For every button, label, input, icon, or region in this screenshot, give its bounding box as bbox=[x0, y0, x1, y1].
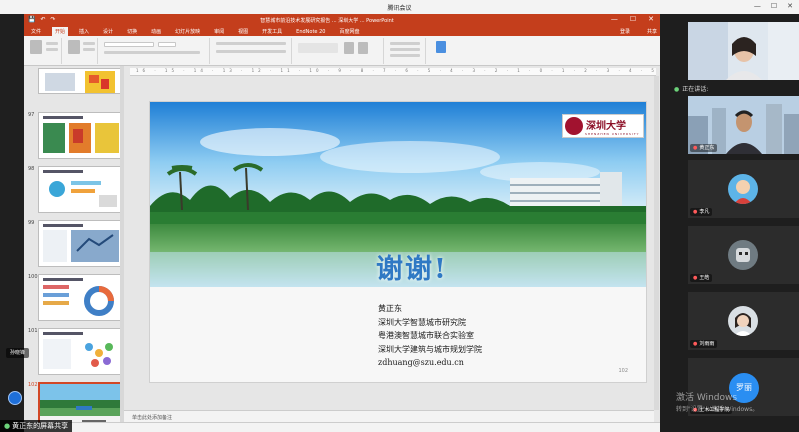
meeting-title: 腾讯会议 bbox=[387, 5, 412, 12]
participant-tile[interactable]: ● 黄正东 bbox=[688, 96, 799, 154]
participant-name: ● 刘雨雨 bbox=[690, 340, 718, 348]
meeting-title-bar: 腾讯会议 — ☐ ✕ bbox=[0, 0, 799, 14]
editing-group bbox=[386, 38, 426, 64]
participant-tile[interactable]: ● 刘雨雨 bbox=[688, 292, 799, 350]
mic-icon: ● bbox=[4, 422, 11, 430]
powerpoint-window: 💾 ↶ ↷ 智慧城市前沿技术发展研究报告 ... 深圳大学 ... PowerP… bbox=[24, 14, 660, 432]
szu-logo-english: SHENZHEN UNIVERSITY bbox=[585, 132, 640, 136]
new-slide-icon[interactable] bbox=[68, 40, 80, 54]
participant-tile[interactable] bbox=[688, 22, 799, 80]
participant-name: ● 黄正东 bbox=[690, 144, 718, 152]
ppt-title-bar: 💾 ↶ ↷ 智慧城市前沿技术发展研究报告 ... 深圳大学 ... PowerP… bbox=[24, 14, 660, 26]
presenter-email: zdhuang@szu.edu.cn bbox=[378, 358, 464, 367]
participant-avatar bbox=[728, 240, 758, 270]
slide-thumbnail[interactable]: 101 bbox=[28, 328, 122, 378]
slide-scrollbar[interactable] bbox=[654, 76, 659, 410]
minimize-icon[interactable]: — bbox=[754, 2, 761, 10]
tab-slideshow[interactable]: 幻灯片放映 bbox=[172, 27, 203, 36]
ppt-maximize-icon[interactable]: ☐ bbox=[630, 15, 636, 23]
quick-styles-icon[interactable] bbox=[358, 42, 368, 54]
ppt-window-title: 智慧城市前沿技术发展研究报告 ... 深圳大学 ... PowerPoint bbox=[260, 18, 394, 24]
font-group bbox=[100, 38, 210, 64]
presenter-info: 黄正东 深圳大学智慧城市研究院 粤港澳智慧城市联合实验室 深圳大学建筑与城市规划… bbox=[378, 302, 482, 370]
slide-thumbnail[interactable]: 97 bbox=[28, 112, 122, 162]
windows-activation-watermark: 激活 Windows 转到"设置"以激活 Windows。 bbox=[676, 393, 759, 413]
ppt-minimize-icon[interactable]: — bbox=[611, 15, 618, 23]
quick-access-toolbar: 💾 ↶ ↷ bbox=[28, 16, 56, 23]
participant-avatar bbox=[728, 306, 758, 336]
affiliation-line: 深圳大学智慧城市研究院 bbox=[378, 317, 466, 327]
participant-name: ● 李凡 bbox=[690, 208, 713, 216]
participant-avatar bbox=[728, 174, 758, 204]
tab-view[interactable]: 视图 bbox=[235, 27, 251, 36]
mic-muted-icon: ● bbox=[693, 275, 698, 281]
maximize-icon[interactable]: ☐ bbox=[771, 2, 777, 10]
participant-tile[interactable]: ● 王皓 bbox=[688, 226, 799, 284]
tab-review[interactable]: 审阅 bbox=[211, 27, 227, 36]
sign-in-link[interactable]: 登录 bbox=[617, 27, 636, 36]
notes-pane[interactable]: 单击此处添加备注 bbox=[124, 410, 654, 422]
drawing-group bbox=[294, 38, 384, 64]
tab-transitions[interactable]: 切换 bbox=[124, 27, 140, 36]
presenter-tag: 孙晓锋 bbox=[6, 348, 30, 358]
current-slide: 谢谢! 深圳大学 SHENZHEN UNIVERSITY 黄正东 深圳大学智慧城… bbox=[150, 102, 646, 382]
slides-group bbox=[64, 38, 98, 64]
screen-share-label: ● 黄正东的屏幕共享 bbox=[0, 420, 73, 432]
thumbnail-scrollbar[interactable] bbox=[120, 66, 124, 422]
ppt-close-icon[interactable]: ✕ bbox=[648, 15, 654, 23]
tab-animations[interactable]: 动画 bbox=[148, 27, 164, 36]
affiliation-line: 粤港澳智慧城市联合实验室 bbox=[378, 331, 474, 340]
tab-developer[interactable]: 开发工具 bbox=[259, 27, 285, 36]
mic-icon: ● bbox=[674, 86, 680, 93]
szu-logo: 深圳大学 SHENZHEN UNIVERSITY bbox=[562, 114, 644, 138]
close-icon[interactable]: ✕ bbox=[787, 2, 793, 10]
slide-number: 102 bbox=[618, 368, 628, 374]
desktop: 腾讯会议 — ☐ ✕ 💾 ↶ ↷ 智慧城市前沿技术发展研究报告 ... 深圳大学… bbox=[0, 0, 799, 432]
slide-thumbnail[interactable]: 100 bbox=[28, 274, 122, 324]
tab-file[interactable]: 文件 bbox=[28, 27, 44, 36]
undo-icon[interactable]: ↶ bbox=[40, 16, 45, 23]
thanks-text: 谢谢! bbox=[376, 254, 448, 285]
tab-endnote[interactable]: EndNote 20 bbox=[293, 28, 328, 36]
shapes-gallery[interactable] bbox=[298, 43, 338, 53]
ribbon-tabs: 文件 开始 插入 设计 切换 动画 幻灯片放映 审阅 视图 开发工具 EndNo… bbox=[24, 26, 660, 36]
horizontal-ruler: 16 · 15 · 14 · 13 · 12 · 11 · 10 · 9 · 8… bbox=[130, 68, 656, 76]
redo-icon[interactable]: ↷ bbox=[51, 16, 56, 23]
mic-icon: ● bbox=[693, 145, 698, 151]
presenter-name: 黄正东 bbox=[378, 304, 402, 313]
font-size-select[interactable] bbox=[158, 42, 176, 47]
arrange-icon[interactable] bbox=[344, 42, 354, 54]
ppt-window-controls: — ☐ ✕ bbox=[611, 15, 654, 23]
slide-thumbnail[interactable]: 99 bbox=[28, 220, 122, 270]
slide-thumbnail[interactable] bbox=[28, 68, 122, 118]
tab-insert[interactable]: 插入 bbox=[76, 27, 92, 36]
szu-logo-text: 深圳大学 bbox=[586, 120, 626, 132]
slide-thumbnails-panel: 97 98 99 100 101 102 bbox=[24, 66, 124, 429]
paragraph-group bbox=[212, 38, 292, 64]
szu-seal-icon bbox=[565, 117, 583, 135]
save-icon[interactable]: 💾 bbox=[28, 16, 35, 23]
tab-baidu-netdisk[interactable]: 百度网盘 bbox=[336, 27, 362, 36]
speaking-indicator: ● 正在讲话: bbox=[674, 86, 709, 93]
netdisk-icon[interactable] bbox=[436, 41, 446, 53]
participant-tile[interactable]: ● 李凡 bbox=[688, 160, 799, 218]
paste-icon[interactable] bbox=[30, 40, 42, 54]
mic-muted-icon: ● bbox=[693, 209, 698, 215]
save-to-netdisk-group bbox=[428, 38, 454, 64]
share-button[interactable]: 共享 bbox=[644, 27, 660, 36]
participant-name: ● 王皓 bbox=[690, 274, 713, 282]
clipboard-group bbox=[26, 38, 62, 64]
screen-share-icon[interactable] bbox=[8, 391, 22, 405]
ppt-status-bar bbox=[24, 422, 660, 432]
affiliation-line: 深圳大学建筑与城市规划学院 bbox=[378, 344, 482, 354]
ribbon-toolbar bbox=[24, 36, 660, 66]
tab-home[interactable]: 开始 bbox=[52, 27, 69, 36]
mic-muted-icon: ● bbox=[693, 341, 698, 347]
slide-thumbnail[interactable]: 98 bbox=[28, 166, 122, 216]
font-family-select[interactable] bbox=[104, 42, 154, 47]
meeting-window-controls: — ☐ ✕ bbox=[754, 2, 793, 10]
tab-design[interactable]: 设计 bbox=[100, 27, 116, 36]
